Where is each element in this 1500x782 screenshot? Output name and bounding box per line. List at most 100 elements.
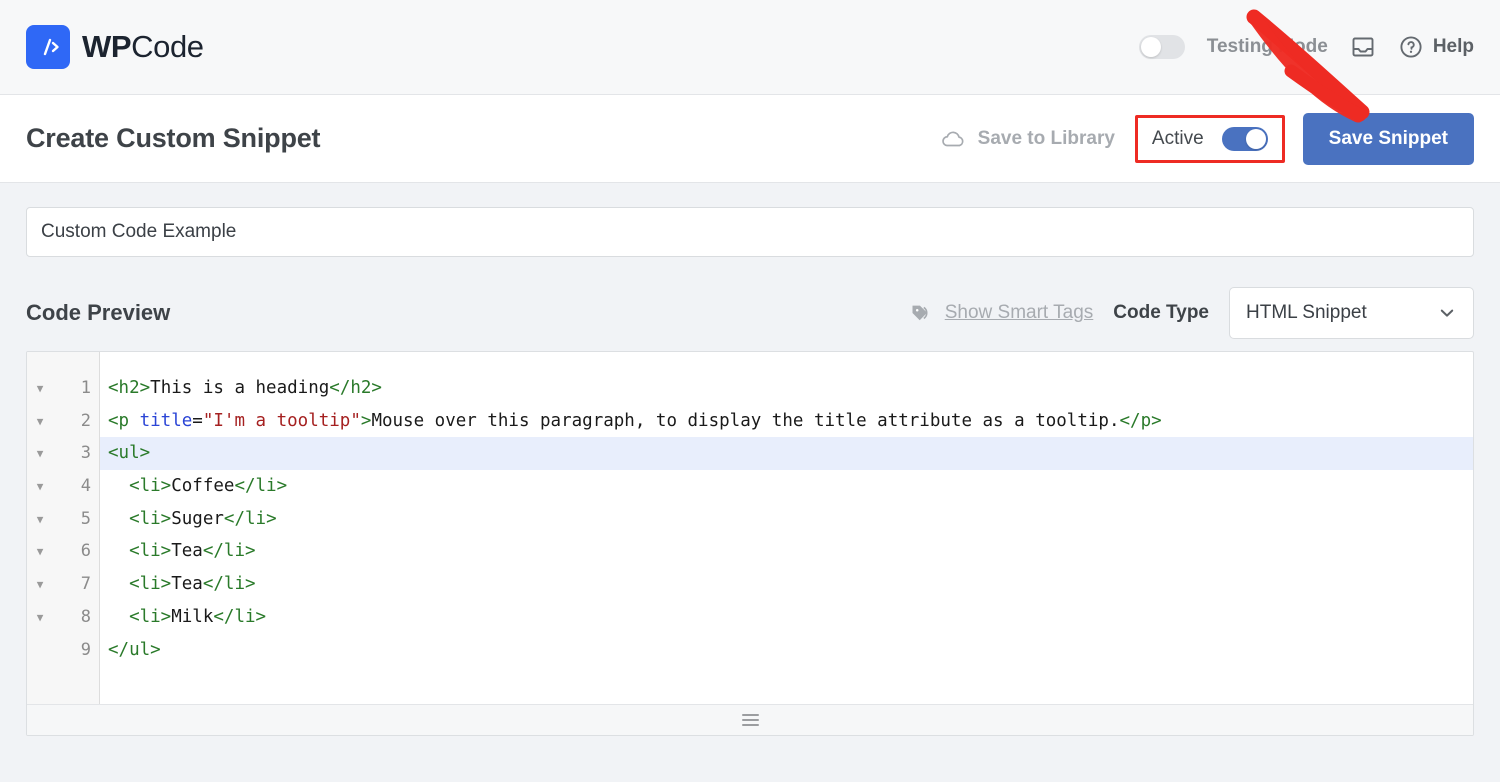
main-content: Code Preview Show Smart Tags Code Type H… [0, 183, 1500, 736]
brand-wordmark-light: Code [131, 29, 204, 64]
code-token-tag: </li> [213, 601, 266, 634]
code-token-text: Tea [171, 535, 203, 568]
cloud-icon [940, 129, 967, 149]
inbox-icon[interactable] [1350, 34, 1376, 60]
save-to-library-label: Save to Library [978, 128, 1115, 150]
fold-arrow-icon[interactable]: ▼ [27, 612, 53, 623]
line-number: 4 [53, 470, 91, 503]
fold-arrow-icon[interactable]: ▼ [27, 416, 53, 427]
code-token-tag: <li> [129, 568, 171, 601]
code-token-text: Mouse over this paragraph, to display th… [371, 405, 1119, 438]
fold-arrow-icon[interactable]: ▼ [27, 514, 53, 525]
line-number: 5 [53, 503, 91, 536]
code-token-text [108, 535, 129, 568]
code-token-tag: </li> [203, 535, 256, 568]
code-preview-header: Code Preview Show Smart Tags Code Type H… [26, 285, 1474, 341]
active-label: Active [1152, 128, 1204, 150]
code-token-tag: <li> [129, 601, 171, 634]
code-token-tag: <p [108, 405, 140, 438]
code-token-tag: <li> [129, 503, 171, 536]
code-line[interactable]: </ul> [100, 634, 1473, 667]
question-circle-icon [1398, 34, 1424, 60]
code-token-text: Coffee [171, 470, 234, 503]
code-editor[interactable]: ▼1▼2▼3▼4▼5▼6▼7▼89 <h2>This is a heading<… [26, 351, 1474, 736]
gutter-row: ▼4 [27, 470, 99, 503]
code-line[interactable]: <li>Milk</li> [100, 601, 1473, 634]
code-token-tag: </li> [203, 568, 256, 601]
line-number: 2 [53, 405, 91, 438]
code-preview-heading: Code Preview [26, 300, 170, 326]
line-number: 9 [53, 634, 91, 667]
code-token-text [108, 568, 129, 601]
save-to-library-button[interactable]: Save to Library [940, 128, 1115, 150]
code-token-tag: <li> [129, 535, 171, 568]
code-token-text: Milk [171, 601, 213, 634]
code-line[interactable]: <h2>This is a heading</h2> [100, 372, 1473, 405]
gutter-row: ▼1 [27, 372, 99, 405]
fold-arrow-icon[interactable]: ▼ [27, 579, 53, 590]
brand-logo: WPCode [26, 25, 204, 69]
tag-icon [910, 302, 935, 324]
code-token-tag: <li> [129, 470, 171, 503]
code-token-tag: </li> [224, 503, 277, 536]
code-token-tag: </h2> [329, 372, 382, 405]
code-token-text: = [192, 405, 203, 438]
code-token-text: This is a heading [150, 372, 329, 405]
page-title: Create Custom Snippet [26, 123, 320, 154]
code-preview-controls: Show Smart Tags Code Type HTML Snippet [910, 287, 1474, 339]
help-label: Help [1433, 36, 1474, 58]
code-token-text [108, 503, 129, 536]
code-type-label: Code Type [1113, 302, 1209, 324]
help-button[interactable]: Help [1398, 34, 1474, 60]
line-number: 1 [53, 372, 91, 405]
editor-code[interactable]: <h2>This is a heading</h2><p title="I'm … [100, 352, 1473, 705]
code-token-text [108, 470, 129, 503]
page-title-bar: Create Custom Snippet Save to Library Ac… [0, 95, 1500, 183]
toggle-knob [1141, 37, 1161, 57]
line-number: 8 [53, 601, 91, 634]
gutter-row: ▼6 [27, 535, 99, 568]
fold-arrow-icon[interactable]: ▼ [27, 481, 53, 492]
toggle-knob [1246, 129, 1266, 149]
brand-wordmark: WPCode [82, 29, 204, 65]
resize-grip-icon [742, 714, 759, 726]
code-line[interactable]: <li>Coffee</li> [100, 470, 1473, 503]
testing-mode-toggle[interactable] [1139, 35, 1185, 59]
code-token-tag: </li> [234, 470, 287, 503]
gutter-row: ▼3 [27, 437, 99, 470]
snippet-title-input[interactable] [26, 207, 1474, 257]
code-token-text [108, 601, 129, 634]
code-line[interactable]: <p title="I'm a tooltip">Mouse over this… [100, 405, 1473, 438]
save-snippet-button[interactable]: Save Snippet [1303, 113, 1474, 165]
code-token-tag: <ul> [108, 437, 150, 470]
code-token-attr: title [140, 405, 193, 438]
line-number: 6 [53, 535, 91, 568]
code-line[interactable]: <li>Suger</li> [100, 503, 1473, 536]
fold-arrow-icon[interactable]: ▼ [27, 383, 53, 394]
code-token-tag: </p> [1120, 405, 1162, 438]
code-type-select[interactable]: HTML Snippet [1229, 287, 1474, 339]
code-token-text: Suger [171, 503, 224, 536]
testing-mode-label: Testing Mode [1207, 36, 1328, 58]
editor-resize-handle[interactable] [27, 704, 1473, 735]
gutter-row: ▼8 [27, 601, 99, 634]
show-smart-tags-link[interactable]: Show Smart Tags [910, 302, 1094, 324]
code-line[interactable]: <li>Tea</li> [100, 535, 1473, 568]
header-actions: Testing Mode Help [1139, 34, 1474, 60]
code-line[interactable]: <ul> [100, 437, 1473, 470]
show-smart-tags-label: Show Smart Tags [945, 302, 1094, 324]
code-token-tag: </ul> [108, 634, 161, 667]
fold-arrow-icon[interactable]: ▼ [27, 546, 53, 557]
fold-arrow-icon[interactable]: ▼ [27, 448, 53, 459]
code-type-value: HTML Snippet [1246, 302, 1367, 324]
app-header: WPCode Testing Mode Help [0, 0, 1500, 95]
active-toggle[interactable] [1222, 127, 1268, 151]
line-number: 7 [53, 568, 91, 601]
gutter-row: 9 [27, 634, 99, 667]
active-toggle-group: Active [1135, 115, 1285, 163]
code-token-text: Tea [171, 568, 203, 601]
line-number: 3 [53, 437, 91, 470]
code-token-tag: <h2> [108, 372, 150, 405]
code-line[interactable]: <li>Tea</li> [100, 568, 1473, 601]
code-slash-icon [26, 25, 70, 69]
